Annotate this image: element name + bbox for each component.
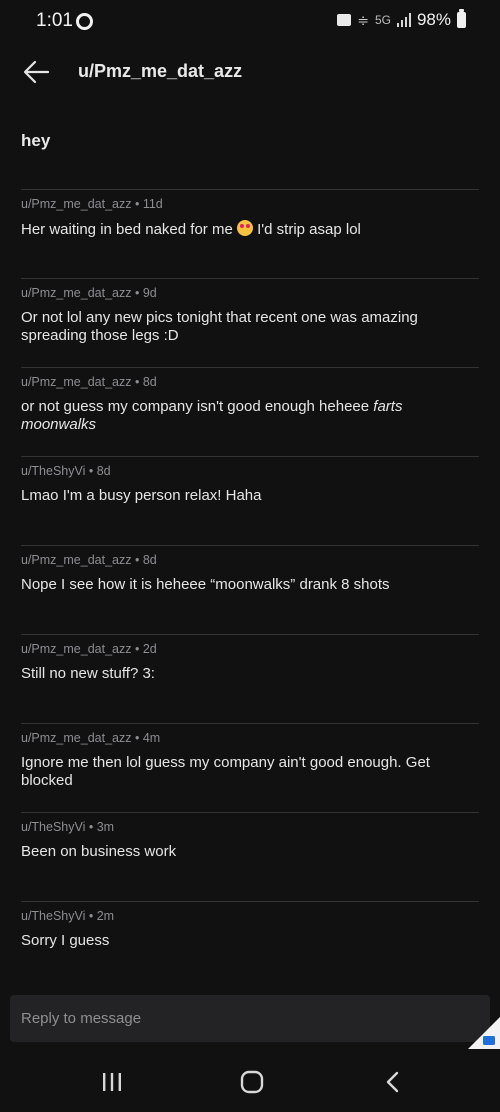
reply-placeholder: Reply to message — [21, 1010, 142, 1027]
battery-icon — [457, 9, 466, 28]
message-age: 2d — [142, 642, 157, 656]
network-type: 5G — [374, 13, 391, 27]
battery-percent: 98% — [416, 10, 451, 29]
message-item: u/TheShyVi • 3m Been on business work — [21, 812, 479, 901]
status-time: 1:01 — [36, 10, 73, 31]
thread-title: u/Pmz_me_dat_azz — [78, 61, 243, 81]
conversation-header: u/Pmz_me_dat_azz — [0, 44, 500, 104]
message-age: 2m — [96, 909, 115, 923]
message-text: or not guess my company isn't good enoug… — [21, 398, 403, 433]
message-item: u/Pmz_me_dat_azz • 8d Nope I see how it … — [21, 545, 479, 634]
system-nav-bar — [0, 1052, 500, 1112]
back-arrow-icon[interactable] — [20, 56, 52, 88]
message-age: 3m — [96, 820, 115, 834]
message-meta: u/TheShyVi • 2m — [21, 909, 115, 923]
message-text: Nope I see how it is heheee “moonwalks” … — [21, 576, 390, 593]
message-age: 8d — [96, 464, 111, 478]
message-author[interactable]: u/Pmz_me_dat_azz — [21, 286, 131, 300]
sync-status-icon — [76, 13, 93, 30]
wifi-icon: ≑ — [357, 11, 369, 28]
nav-back-icon[interactable] — [382, 1070, 404, 1094]
message-age: 8d — [142, 553, 157, 567]
message-author[interactable]: u/Pmz_me_dat_azz — [21, 375, 131, 389]
message-author[interactable]: u/TheShyVi — [21, 464, 85, 478]
message-subject: hey — [21, 131, 51, 150]
message-item: u/Pmz_me_dat_azz • 9d Or not lol any new… — [21, 278, 479, 367]
message-item: u/Pmz_me_dat_azz • 4m Ignore me then lol… — [21, 723, 479, 812]
message-item: u/Pmz_me_dat_azz • 2d Still no new stuff… — [21, 634, 479, 723]
message-text: Or not lol any new pics tonight that rec… — [21, 309, 418, 344]
message-item: u/TheShyVi • 8d Lmao I'm a busy person r… — [21, 456, 479, 545]
message-author[interactable]: u/TheShyVi — [21, 909, 85, 923]
message-meta: u/Pmz_me_dat_azz • 11d — [21, 197, 163, 211]
heart-eyes-emoji-icon — [236, 220, 253, 236]
message-text: Ignore me then lol guess my company ain'… — [21, 754, 430, 789]
message-meta: u/TheShyVi • 8d — [21, 464, 111, 478]
message-author[interactable]: u/Pmz_me_dat_azz — [21, 642, 131, 656]
home-icon[interactable] — [240, 1070, 264, 1094]
signal-strength-icon — [396, 13, 411, 27]
message-age: 4m — [142, 731, 161, 745]
message-age: 8d — [142, 375, 157, 389]
message-item: u/Pmz_me_dat_azz • 11d Her waiting in be… — [21, 189, 479, 278]
status-indicators: ≑ 5G 98% — [337, 9, 466, 30]
message-meta: u/TheShyVi • 3m — [21, 820, 115, 834]
message-item: u/Pmz_me_dat_azz • 8d or not guess my co… — [21, 367, 479, 456]
message-text: Sorry I guess — [21, 932, 110, 949]
message-meta: u/Pmz_me_dat_azz • 4m — [21, 731, 161, 745]
message-age: 11d — [142, 197, 163, 211]
message-text: Her waiting in bed naked for me I'd stri… — [21, 220, 361, 238]
message-text: Still no new stuff? 3: — [21, 665, 155, 682]
message-list: u/Pmz_me_dat_azz • 11d Her waiting in be… — [0, 189, 500, 990]
message-text: Been on business work — [21, 843, 177, 860]
message-meta: u/Pmz_me_dat_azz • 9d — [21, 286, 157, 300]
message-meta: u/Pmz_me_dat_azz • 8d — [21, 553, 157, 567]
reply-input[interactable]: Reply to message — [10, 995, 490, 1042]
message-text: Lmao I'm a busy person relax! Haha — [21, 487, 262, 504]
corner-badge-icon[interactable] — [468, 1017, 500, 1049]
message-author[interactable]: u/Pmz_me_dat_azz — [21, 197, 131, 211]
status-bar: 1:01 ≑ 5G 98% — [0, 0, 500, 44]
message-age: 9d — [142, 286, 157, 300]
gallery-notification-icon — [337, 14, 352, 26]
message-meta: u/Pmz_me_dat_azz • 8d — [21, 375, 157, 389]
message-meta: u/Pmz_me_dat_azz • 2d — [21, 642, 157, 656]
recents-icon[interactable] — [100, 1072, 124, 1092]
message-author[interactable]: u/TheShyVi — [21, 820, 85, 834]
message-item: u/TheShyVi • 2m Sorry I guess — [21, 901, 479, 990]
message-author[interactable]: u/Pmz_me_dat_azz — [21, 731, 131, 745]
message-author[interactable]: u/Pmz_me_dat_azz — [21, 553, 131, 567]
